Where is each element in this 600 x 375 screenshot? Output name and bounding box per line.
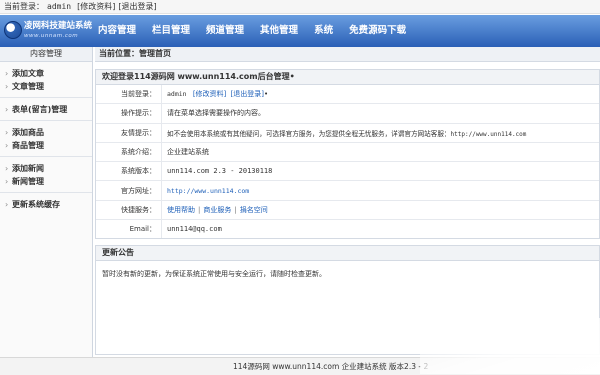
sidebar-item-update-cache[interactable]: 更新系统缓存 [0, 198, 92, 211]
header-bar: 凌网科技建站系统 www.unnam.com 内容管理 栏目管理 频道管理 其他… [0, 15, 600, 47]
update-panel: 更新公告 暂时没有新的更新，为保证系统正常使用与安全运行，请随时检查更新。 [95, 245, 600, 356]
table-row: 官方网址： http://www.unn114.com [96, 180, 599, 201]
sidebar-group-products: 添加商品 商品管理 [0, 121, 92, 157]
top-login-bar: 当前登录： admin [修改资料] [退出登录] [0, 0, 600, 14]
logout-link-main[interactable]: [退出登录] [231, 90, 264, 98]
row-value: http://www.unn114.com [161, 180, 599, 201]
sidebar-item-news-manage[interactable]: 新闻管理 [0, 175, 92, 188]
row-value: 如不会使用本系统或有其他疑问，可选择官方服务，为您提供全程无忧服务，详谓官方网站… [161, 123, 599, 143]
nav-system[interactable]: 系统 [314, 15, 333, 47]
logo-subtitle: www.unnam.com [24, 33, 79, 39]
system-info-table: 当前登录： admin [修改资料] [退出登录]• 操作提示： 请在菜单选择需… [96, 85, 599, 239]
sidebar-item-add-article[interactable]: 添加文章 [0, 67, 92, 80]
nav-content-manage[interactable]: 内容管理 [98, 15, 136, 47]
row-label: 官方网址： [96, 180, 162, 201]
official-url-link[interactable]: http://www.unn114.com [451, 131, 527, 138]
table-row: 快捷服务： 使用帮助 | 商业服务 | 捐名空间 [96, 200, 599, 221]
welcome-panel: 欢迎登录114源码网 www.unn114.com后台管理• 当前登录： adm… [95, 69, 600, 240]
row-value: 使用帮助 | 商业服务 | 捐名空间 [161, 200, 599, 221]
edit-profile-link-main[interactable]: [修改资料] [193, 90, 226, 98]
sidebar-group-news: 添加新闻 新闻管理 [0, 157, 92, 193]
friendly-text: 如不会使用本系统或有其他疑问，可选择官方服务，为您提供全程无忧服务，详谓官方网站… [167, 129, 451, 138]
help-link[interactable]: 使用帮助 [167, 206, 195, 214]
nav-other-manage[interactable]: 其他管理 [260, 15, 298, 47]
sidebar-item-form-manage[interactable]: 表单(留言)管理 [0, 103, 92, 116]
row-value: unn114.com 2.3 - 20130118 [161, 161, 599, 182]
separator: | [234, 205, 237, 214]
logo[interactable]: 凌网科技建站系统 www.unnam.com [4, 21, 92, 45]
logo-mark-icon [4, 21, 22, 39]
row-label: Email： [96, 219, 162, 239]
welcome-title: 欢迎登录114源码网 www.unn114.com后台管理• [96, 70, 599, 85]
row-label: 快捷服务： [96, 200, 162, 221]
row-label: 操作提示： [96, 103, 162, 124]
sidebar-title: 内容管理 [0, 47, 92, 62]
login-label: 当前登录： [4, 2, 44, 11]
main-content: 当前位置：管理首页 欢迎登录114源码网 www.unn114.com后台管理•… [95, 47, 600, 357]
row-value: 请在菜单选择需要操作的内容。 [161, 103, 599, 124]
row-value: unn114@qq.com [167, 225, 222, 234]
current-user: admin [167, 90, 187, 99]
breadcrumb: 当前位置：管理首页 [95, 47, 600, 62]
login-username: admin [47, 2, 72, 11]
update-title: 更新公告 [96, 246, 599, 262]
table-row: Email： unn114@qq.com [96, 219, 599, 239]
row-label: 系统版本： [96, 161, 162, 182]
sidebar-group-cache: 更新系统缓存 [0, 193, 92, 215]
table-row: 操作提示： 请在菜单选择需要操作的内容。 [96, 103, 599, 124]
row-tail: • [263, 90, 269, 99]
main-nav: 内容管理 栏目管理 频道管理 其他管理 系统 免费源码下载 [98, 15, 422, 47]
footer-text: 114源码网 www.unn114.com 企业建站系统 版本2.3 - 2 [233, 362, 429, 371]
sidebar-group-articles: 添加文章 文章管理 [0, 62, 92, 98]
table-row: 系统版本： unn114.com 2.3 - 20130118 [96, 161, 599, 182]
update-text: 暂时没有新的更新，为保证系统正常使用与安全运行，请随时检查更新。 [102, 270, 326, 279]
domain-space-link[interactable]: 捐名空间 [240, 206, 268, 214]
logo-title: 凌网科技建站系统 [24, 21, 93, 31]
footer: 114源码网 www.unn114.com 企业建站系统 版本2.3 - 2 [0, 357, 600, 375]
table-row: 友情提示： 如不会使用本系统或有其他疑问，可选择官方服务，为您提供全程无忧服务，… [96, 123, 599, 143]
sidebar-item-add-product[interactable]: 添加商品 [0, 126, 92, 139]
sidebar-item-article-manage[interactable]: 文章管理 [0, 80, 92, 93]
sidebar: 内容管理 添加文章 文章管理 表单(留言)管理 添加商品 商品管理 添加新闻 新… [0, 47, 93, 357]
table-row: 当前登录： admin [修改资料] [退出登录]• [96, 85, 599, 105]
row-value: 企业建站系统 [161, 142, 599, 163]
sidebar-item-product-manage[interactable]: 商品管理 [0, 139, 92, 152]
sidebar-item-add-news[interactable]: 添加新闻 [0, 162, 92, 175]
sidebar-group-forms: 表单(留言)管理 [0, 98, 92, 121]
separator: | [198, 205, 201, 214]
table-row: 系统介绍： 企业建站系统 [96, 142, 599, 163]
nav-column-manage[interactable]: 栏目管理 [152, 15, 190, 47]
business-service-link[interactable]: 商业服务 [203, 206, 231, 214]
row-label: 系统介绍： [96, 142, 162, 163]
row-label: 当前登录： [96, 85, 162, 105]
nav-free-download[interactable]: 免费源码下载 [349, 15, 406, 47]
row-label: 友情提示： [96, 123, 162, 143]
official-site-link[interactable]: http://www.unn114.com [167, 187, 249, 195]
nav-channel-manage[interactable]: 频道管理 [206, 15, 244, 47]
logout-link[interactable]: [退出登录] [118, 2, 156, 11]
edit-profile-link[interactable]: [修改资料] [77, 2, 115, 11]
row-value: admin [修改资料] [退出登录]• [161, 85, 599, 105]
